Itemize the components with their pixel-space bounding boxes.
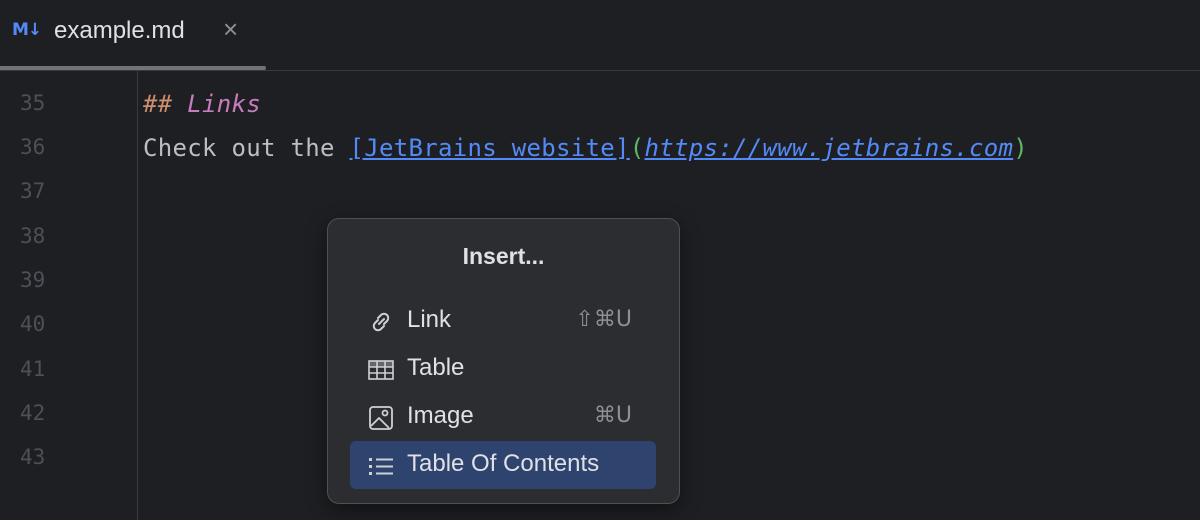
menu-item-shortcut: ⇧⌘U [575,307,632,332]
paren-open: ( [629,134,645,162]
menu-item-shortcut: ⌘U [593,403,632,428]
active-tab-indicator [0,66,266,70]
line-number: 42 [20,401,46,425]
heading-marker: ## [143,90,173,118]
code-line-35[interactable]: ## Links [143,90,261,118]
link-text[interactable]: [JetBrains website] [350,134,630,162]
menu-item-label: Link [407,306,452,333]
menu-item-table[interactable]: Table [350,345,656,393]
list-icon [368,454,394,478]
line-number: 37 [20,179,46,203]
link-icon [368,310,394,334]
link-url[interactable]: https://www.jetbrains.com [645,134,1014,162]
editor-tab-bar: M↓ example.md × [0,0,1200,71]
tab-example-md[interactable]: M↓ example.md × [0,0,266,70]
paren-close: ) [1013,134,1028,162]
line-number: 43 [20,445,46,469]
line-number: 41 [20,357,46,381]
menu-item-image[interactable]: Image ⌘U [350,393,656,441]
popup-title: Insert... [462,243,545,269]
line-number: 38 [20,224,46,248]
tab-title: example.md [54,17,185,44]
markdown-icon: M↓ [12,20,42,40]
close-icon[interactable]: × [223,14,238,45]
line-number: 35 [20,91,46,115]
table-icon [368,358,394,382]
menu-item-label: Image [407,402,474,429]
code-line-36[interactable]: Check out the [JetBrains website](https:… [143,134,1028,162]
menu-item-label: Table [407,354,465,381]
menu-item-label: Table Of Contents [407,450,600,477]
heading-text: Links [187,90,261,118]
plain-text: Check out the [143,134,350,162]
line-number: 36 [20,135,46,159]
insert-popup: Insert... Link ⇧⌘U Table Image ⌘U Table … [327,218,680,504]
line-number: 39 [20,268,46,292]
menu-item-link[interactable]: Link ⇧⌘U [350,297,656,345]
line-number: 40 [20,312,46,336]
line-number-gutter: 35 36 37 38 39 40 41 42 43 [0,71,138,520]
menu-item-table-of-contents[interactable]: Table Of Contents [350,441,656,489]
image-icon [368,406,394,430]
